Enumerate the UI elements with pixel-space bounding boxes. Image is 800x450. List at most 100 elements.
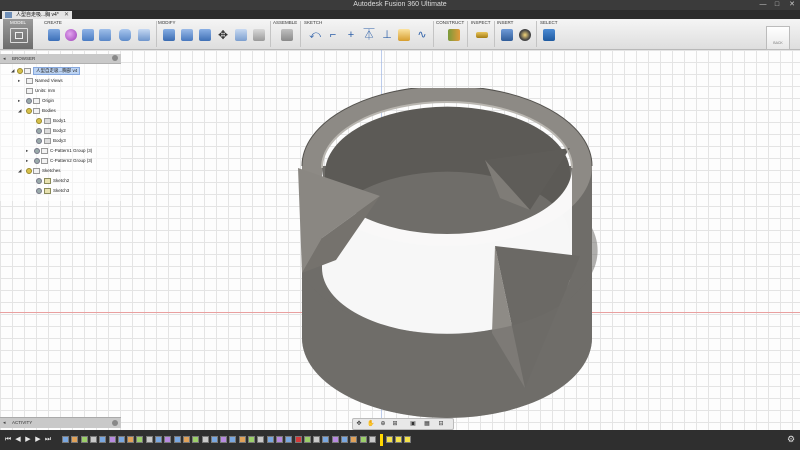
timeline-feature-icon[interactable] [210,436,218,443]
expand-caret-icon[interactable]: ◢ [18,107,23,115]
timeline-feature-icon[interactable] [404,436,412,443]
timeline-feature-icon[interactable] [275,436,283,443]
arc-icon[interactable]: ⌐ [327,29,339,41]
timeline-last-button[interactable]: ⏭ [44,435,52,445]
timeline-feature-icon[interactable] [386,436,394,443]
visibility-bulb-icon[interactable] [36,178,42,184]
visibility-bulb-icon[interactable] [36,128,42,134]
split-face-icon[interactable] [235,29,247,41]
combine-icon[interactable] [199,29,211,41]
timeline-next-button[interactable]: ▶ [34,435,42,445]
cylinder-icon[interactable] [99,29,111,41]
timeline-feature-icon[interactable] [285,436,293,443]
view-cube[interactable]: BACK [766,26,790,50]
timeline-feature-icon[interactable] [220,436,228,443]
timeline-feature-icon[interactable] [368,436,376,443]
timeline-first-button[interactable]: ⏮ [4,435,12,445]
timeline-marker[interactable] [380,434,384,446]
collapse-icon[interactable]: ◂ [3,56,6,62]
timeline-feature-icon[interactable] [229,436,237,443]
scale-icon[interactable] [253,29,265,41]
timeline-feature-icon[interactable] [127,436,135,443]
line-icon[interactable]: ⊥ [381,29,393,41]
timeline-settings-icon[interactable]: ⚙ [786,434,796,444]
ring-model[interactable] [280,88,610,428]
pan-icon[interactable]: ✋ [367,420,375,428]
press-pull-icon[interactable] [163,29,175,41]
timeline-feature-icon[interactable] [80,436,88,443]
expand-caret-icon[interactable]: ◢ [18,167,23,175]
timeline-feature-icon[interactable] [71,436,79,443]
pipe-icon[interactable] [119,29,131,41]
select-arrow-icon[interactable] [543,29,555,41]
browser-pin-icon[interactable] [112,55,118,61]
fit-icon[interactable]: ⊞ [391,420,399,428]
expand-caret-icon[interactable]: ▸ [18,97,23,105]
timeline-feature-icon[interactable] [89,436,97,443]
activity-panel[interactable]: ◂ ACTIVITY [0,417,121,428]
shell-icon[interactable] [138,29,150,41]
visibility-bulb-icon[interactable] [36,118,42,124]
maximize-button[interactable]: □ [770,0,784,10]
visibility-bulb-icon[interactable] [26,108,32,114]
timeline-feature-icon[interactable] [359,436,367,443]
measure-icon[interactable] [476,32,488,38]
visibility-bulb-icon[interactable] [26,98,32,104]
expand-caret-icon[interactable]: ▸ [18,77,23,85]
document-tab[interactable]: 人型自走吸...胸 v4* ✕ [2,11,72,19]
timeline-feature-icon[interactable] [341,436,348,443]
timeline-feature-icon[interactable] [182,436,190,443]
collapse-icon[interactable]: ◂ [3,420,6,426]
timeline-feature-icon[interactable] [108,436,116,443]
timeline-feature-icon[interactable] [99,436,107,443]
minimize-button[interactable]: — [756,0,770,10]
timeline-feature-icon[interactable] [257,436,265,443]
visibility-bulb-icon[interactable] [26,168,32,174]
browser-header[interactable]: ◂ BROWSER [0,54,121,64]
expand-caret-icon[interactable]: ▸ [26,157,31,165]
move-icon[interactable]: ✥ [217,29,229,41]
timeline-feature-icon[interactable] [238,436,246,443]
display-settings-icon[interactable]: ▣ [409,420,417,428]
timeline-feature-icon[interactable] [395,436,403,443]
visibility-bulb-icon[interactable] [17,68,23,74]
timeline-feature-icon[interactable] [248,436,255,443]
fillet-icon[interactable] [181,29,193,41]
timeline-feature-icon[interactable] [322,436,330,443]
spline-icon[interactable]: ∿ [416,29,428,41]
timeline-feature-icon[interactable] [164,436,172,443]
expand-caret-icon[interactable]: ◢ [11,67,16,75]
timeline-feature-icon[interactable] [62,436,69,443]
close-button[interactable]: ✕ [785,0,799,10]
timeline-prev-button[interactable]: ◀ [14,435,22,445]
grid-settings-icon[interactable]: ▦ [423,420,431,428]
timeline-feature-icon[interactable] [136,436,144,443]
timeline-play-button[interactable]: ▶ [24,435,32,445]
timeline-feature-icon[interactable] [350,436,358,443]
timeline-feature-icon[interactable] [117,436,125,443]
viewports-icon[interactable]: ⊟ [437,420,445,428]
offset-plane-icon[interactable] [448,29,460,41]
activity-pin-icon[interactable] [112,420,118,426]
offset-icon[interactable]: ⏄ [363,29,375,41]
timeline-feature-icon[interactable] [266,436,274,443]
timeline-feature-icon[interactable] [294,436,302,443]
sphere-icon[interactable] [65,29,77,41]
create-sketch-icon[interactable] [398,29,410,41]
tab-close-icon[interactable]: ✕ [64,11,69,19]
zoom-icon[interactable]: ⊕ [379,420,387,428]
expand-caret-icon[interactable]: ▸ [26,147,31,155]
undo-arc-icon[interactable]: ⤺ [309,29,321,41]
decal-icon[interactable] [519,29,531,41]
timeline-feature-icon[interactable] [155,436,162,443]
orbit-icon[interactable]: ✥ [355,420,363,428]
timeline-feature-icon[interactable] [313,436,321,443]
box-icon[interactable] [48,29,60,41]
joint-icon[interactable] [281,29,293,41]
timeline-feature-icon[interactable] [145,436,153,443]
workspace-switcher[interactable]: MODEL [3,19,33,49]
visibility-bulb-icon[interactable] [36,188,42,194]
timeline-feature-icon[interactable] [201,436,209,443]
timeline-feature-icon[interactable] [173,436,181,443]
visibility-bulb-icon[interactable] [34,158,40,164]
